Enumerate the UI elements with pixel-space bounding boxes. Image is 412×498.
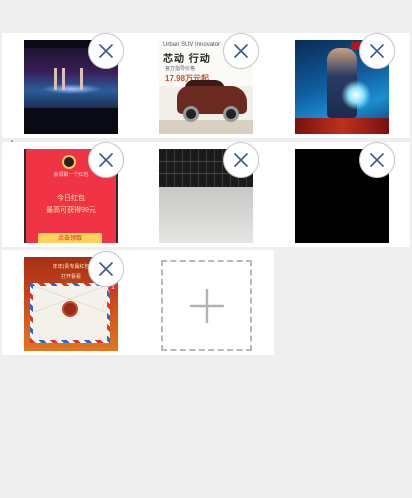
avatar	[62, 155, 76, 169]
photo-row-3: 年年)贵专属红包 打开看看 1	[2, 250, 274, 355]
remove-photo-button[interactable]	[88, 142, 124, 178]
close-icon	[234, 44, 248, 58]
remove-photo-button[interactable]	[88, 33, 124, 69]
remove-photo-button[interactable]	[223, 142, 259, 178]
car-ad-subtitle: 官方指导价格	[165, 66, 196, 72]
car-ad-tagline: Urban SUV Innovator	[163, 42, 221, 48]
remove-photo-button[interactable]	[88, 251, 124, 287]
close-icon	[99, 44, 113, 58]
close-icon	[370, 44, 384, 58]
remove-photo-button[interactable]	[359, 33, 395, 69]
car-ad-title: 芯动 行动	[163, 54, 211, 65]
remove-photo-button[interactable]	[223, 33, 259, 69]
photo-row-1: Urban SUV Innovator 芯动 行动 官方指导价格 17.98万元…	[2, 33, 410, 138]
close-icon	[99, 262, 113, 276]
remove-photo-button[interactable]	[359, 142, 395, 178]
photo-row-2: 会领取一个红包 今日红包 最高可获得99元 点击领取	[2, 142, 410, 247]
add-photo-button[interactable]	[161, 260, 252, 351]
close-icon	[99, 153, 113, 167]
close-icon	[234, 153, 248, 167]
plus-icon	[189, 288, 224, 323]
close-icon	[370, 153, 384, 167]
